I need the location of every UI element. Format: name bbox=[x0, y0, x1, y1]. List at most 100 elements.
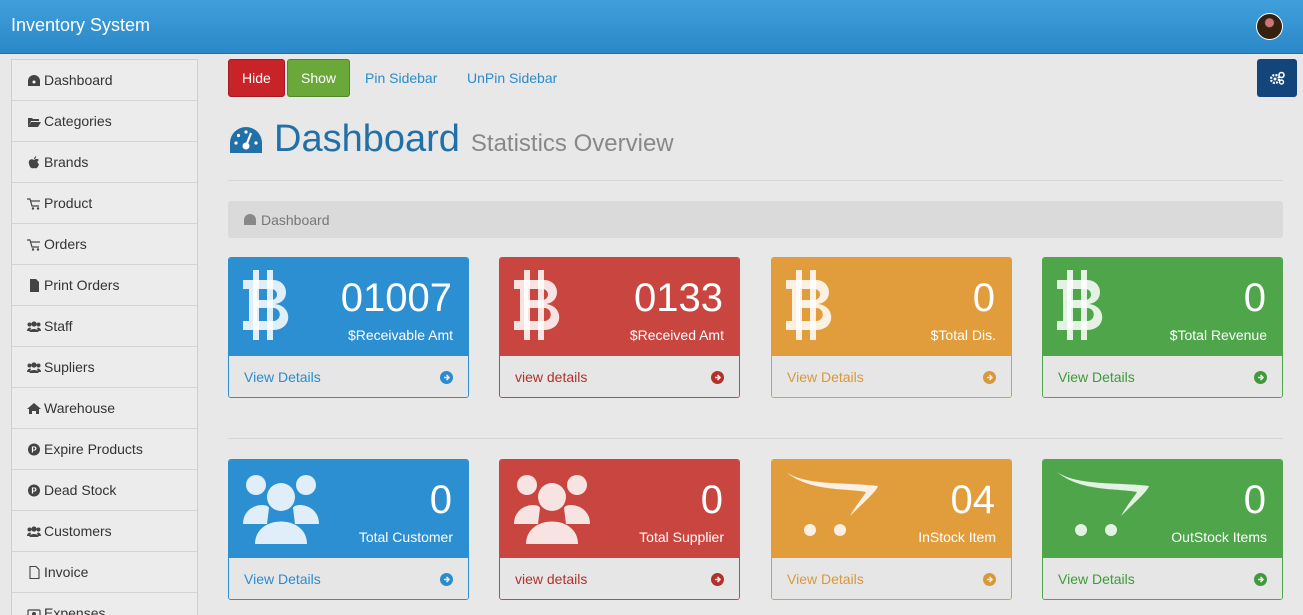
stat-card-panel: 0 Total Customer bbox=[229, 460, 468, 558]
view-details-link[interactable]: View Details bbox=[1043, 558, 1282, 599]
stat-card-panel: 0 OutStock Items bbox=[1043, 460, 1282, 558]
stat-card: 0133 $Received Amt view details bbox=[499, 257, 740, 398]
divider bbox=[228, 438, 1283, 439]
stat-card: 0 $Total Dis. View Details bbox=[771, 257, 1012, 398]
money-icon bbox=[27, 608, 41, 615]
page-header: Dashboard Statistics Overview bbox=[228, 118, 674, 161]
file-outline-icon bbox=[29, 565, 40, 579]
view-details-label: view details bbox=[515, 369, 588, 385]
file-icon bbox=[30, 278, 39, 292]
sidebar-item-orders[interactable]: Orders bbox=[12, 224, 197, 265]
arrow-circle-right-icon bbox=[711, 572, 724, 586]
show-button[interactable]: Show bbox=[287, 59, 351, 97]
stat-card-panel: 0 $Total Revenue bbox=[1043, 258, 1282, 356]
sidebar-item-product[interactable]: Product bbox=[12, 183, 197, 224]
sidebar-item-label: Staff bbox=[44, 318, 73, 334]
sidebar-item-categories[interactable]: Categories bbox=[12, 101, 197, 142]
sidebar-item-expire-products[interactable]: P Expire Products bbox=[12, 429, 197, 470]
bitcoin-icon bbox=[1057, 270, 1109, 345]
home-icon bbox=[27, 402, 41, 414]
cart-icon bbox=[27, 197, 40, 210]
user-avatar[interactable] bbox=[1256, 13, 1283, 40]
users-icon bbox=[27, 361, 41, 373]
view-details-link[interactable]: View Details bbox=[772, 558, 1011, 599]
sidebar-item-dashboard[interactable]: Dashboard bbox=[12, 60, 197, 101]
bitcoin-icon bbox=[786, 270, 838, 345]
sidebar-item-supliers[interactable]: Supliers bbox=[12, 347, 197, 388]
stat-value: 0 bbox=[700, 478, 723, 522]
page-subtitle: Statistics Overview bbox=[470, 130, 674, 157]
view-details-link[interactable]: view details bbox=[500, 558, 739, 599]
stat-value: 0 bbox=[1243, 478, 1266, 522]
users-icon bbox=[27, 525, 41, 537]
dashboard-icon bbox=[230, 126, 262, 153]
arrow-circle-right-icon bbox=[1254, 572, 1267, 586]
arrow-circle-right-icon bbox=[440, 370, 453, 384]
sidebar-item-dead-stock[interactable]: P Dead Stock bbox=[12, 470, 197, 511]
opencart-icon bbox=[786, 472, 882, 543]
stat-label: $Total Revenue bbox=[1169, 327, 1267, 343]
sidebar-item-staff[interactable]: Staff bbox=[12, 306, 197, 347]
arrow-circle-right-icon bbox=[983, 572, 996, 586]
view-details-label: View Details bbox=[1058, 369, 1135, 385]
sidebar-item-label: Customers bbox=[44, 523, 112, 539]
stat-value: 0 bbox=[1243, 276, 1266, 320]
users-icon bbox=[514, 472, 590, 549]
sidebar-item-label: Expire Products bbox=[44, 441, 143, 457]
stat-card-panel: 0133 $Received Amt bbox=[500, 258, 739, 356]
view-details-link[interactable]: View Details bbox=[229, 558, 468, 599]
sidebar-item-customers[interactable]: Customers bbox=[12, 511, 197, 552]
sidebar-item-label: Print Orders bbox=[44, 277, 120, 293]
sidebar-item-label: Product bbox=[44, 195, 93, 211]
sidebar: Dashboard Categories Brands Product Orders Pr… bbox=[11, 59, 198, 615]
cart-icon bbox=[27, 238, 40, 251]
sidebar-item-label: Categories bbox=[44, 113, 112, 129]
sidebar-item-invoice[interactable]: Invoice bbox=[12, 552, 197, 593]
product-hunt-icon: P bbox=[28, 484, 40, 496]
pin-sidebar-link[interactable]: Pin Sidebar bbox=[365, 70, 437, 86]
sidebar-item-label: Expenses bbox=[44, 605, 106, 615]
sidebar-item-expenses[interactable]: Expenses bbox=[12, 593, 197, 615]
stat-card: 0 OutStock Items View Details bbox=[1042, 459, 1283, 600]
settings-button[interactable] bbox=[1257, 59, 1297, 97]
stat-card-panel: 04 InStock Item bbox=[772, 460, 1011, 558]
view-details-label: view details bbox=[515, 571, 588, 587]
stat-card: 04 InStock Item View Details bbox=[771, 459, 1012, 600]
hide-button[interactable]: Hide bbox=[228, 59, 285, 97]
stat-card-panel: 0 Total Supplier bbox=[500, 460, 739, 558]
view-details-link[interactable]: View Details bbox=[772, 356, 1011, 397]
arrow-circle-right-icon bbox=[983, 370, 996, 384]
top-navbar: Inventory System bbox=[0, 0, 1303, 54]
view-details-label: View Details bbox=[244, 571, 321, 587]
sidebar-item-label: Invoice bbox=[44, 564, 89, 580]
divider bbox=[228, 180, 1283, 181]
breadcrumb-label[interactable]: Dashboard bbox=[261, 212, 330, 228]
view-details-link[interactable]: View Details bbox=[1043, 356, 1282, 397]
bitcoin-icon bbox=[243, 270, 295, 345]
sidebar-item-warehouse[interactable]: Warehouse bbox=[12, 388, 197, 429]
page-title: Dashboard bbox=[274, 118, 460, 160]
sidebar-item-label: Dashboard bbox=[44, 72, 113, 88]
app-title[interactable]: Inventory System bbox=[11, 15, 150, 36]
arrow-circle-right-icon bbox=[1254, 370, 1267, 384]
users-icon bbox=[27, 320, 41, 332]
stat-value: 0 bbox=[972, 276, 995, 320]
unpin-sidebar-link[interactable]: UnPin Sidebar bbox=[467, 70, 557, 86]
view-details-label: View Details bbox=[787, 571, 864, 587]
stat-label: $Total Dis. bbox=[930, 327, 996, 343]
view-details-label: View Details bbox=[787, 369, 864, 385]
sidebar-item-brands[interactable]: Brands bbox=[12, 142, 197, 183]
stat-card: 01007 $Receivable Amt View Details bbox=[228, 257, 469, 398]
view-details-label: View Details bbox=[1058, 571, 1135, 587]
view-details-link[interactable]: View Details bbox=[229, 356, 468, 397]
view-details-label: View Details bbox=[244, 369, 321, 385]
stat-label: $Received Amt bbox=[629, 327, 724, 343]
stat-value: 04 bbox=[950, 478, 996, 522]
stat-label: Total Customer bbox=[358, 529, 453, 545]
stat-value: 0 bbox=[429, 478, 452, 522]
sidebar-item-print-orders[interactable]: Print Orders bbox=[12, 265, 197, 306]
stat-label: $Receivable Amt bbox=[347, 327, 453, 343]
apple-icon bbox=[28, 155, 39, 168]
view-details-link[interactable]: view details bbox=[500, 356, 739, 397]
gears-icon bbox=[1269, 71, 1285, 85]
